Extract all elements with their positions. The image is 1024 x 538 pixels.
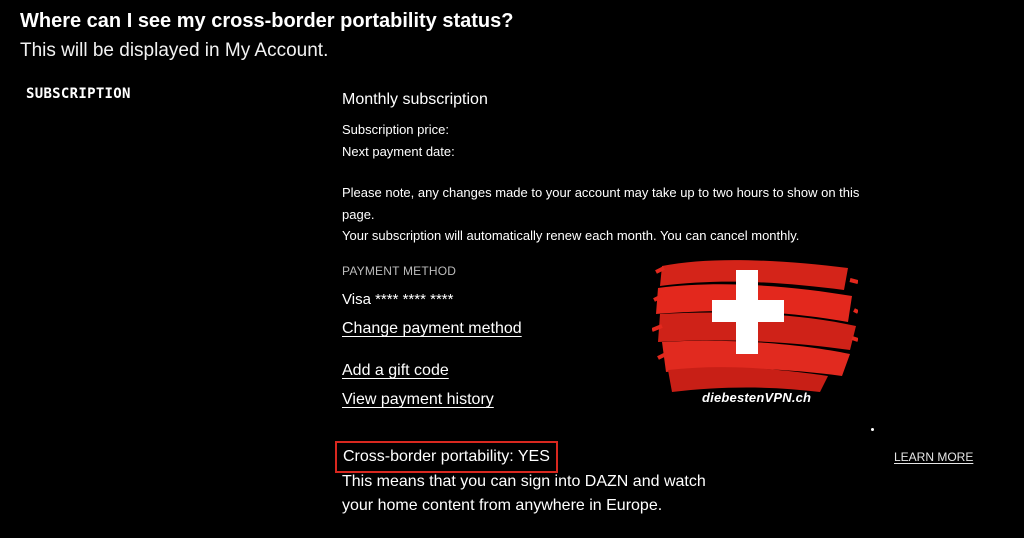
brand-watermark: diebestenVPN.ch <box>702 390 812 405</box>
renewal-note: Your subscription will automatically ren… <box>342 228 800 243</box>
plan-name: Monthly subscription <box>342 91 488 108</box>
account-note-line: Please note, any changes made to your ac… <box>342 185 860 200</box>
change-payment-method-link[interactable]: Change payment method <box>342 320 522 338</box>
decorative-dot <box>871 428 874 431</box>
page-subtitle: This will be displayed in My Account. <box>20 40 329 61</box>
subscription-price-label: Subscription price: <box>342 122 449 137</box>
card-number: Visa **** **** **** <box>342 291 454 308</box>
portability-status: Cross-border portability: YES <box>335 441 558 473</box>
account-note-line: page. <box>342 207 375 222</box>
page-title: Where can I see my cross-border portabil… <box>20 10 514 32</box>
add-gift-code-link[interactable]: Add a gift code <box>342 362 449 380</box>
swiss-flag-icon <box>651 252 859 400</box>
learn-more-link[interactable]: LEARN MORE <box>894 450 973 464</box>
section-label-subscription: SUBSCRIPTION <box>26 86 131 102</box>
next-payment-date-label: Next payment date: <box>342 144 455 159</box>
payment-method-label: PAYMENT METHOD <box>342 264 457 278</box>
portability-explanation-line: your home content from anywhere in Europ… <box>342 497 663 514</box>
portability-explanation-line: This means that you can sign into DAZN a… <box>342 473 706 490</box>
view-payment-history-link[interactable]: View payment history <box>342 391 494 409</box>
